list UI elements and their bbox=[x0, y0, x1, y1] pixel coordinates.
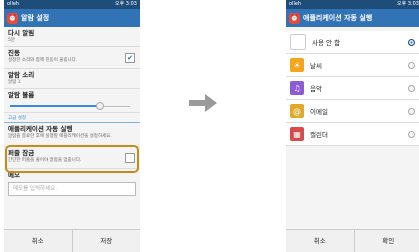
email-icon: @ bbox=[290, 104, 304, 118]
vibration-checkbox[interactable]: ✔ bbox=[125, 52, 135, 63]
app-option-label: 음악 bbox=[310, 85, 322, 93]
alarm-settings-screen: olleh 오후 3:03 ⏰ 알람 설정 다시 알림 5분 진동 설정한 소리… bbox=[4, 0, 140, 252]
volume-slider[interactable] bbox=[10, 102, 130, 110]
clock-label: 오후 3:03 bbox=[114, 1, 137, 7]
alarm-volume-setting: 알람 볼륨 bbox=[4, 89, 140, 113]
app-option-email[interactable]: @ 이메일 bbox=[286, 100, 419, 123]
carrier-label: olleh bbox=[7, 1, 20, 7]
right-arrow-icon bbox=[189, 94, 217, 112]
weather-icon: ☀ bbox=[290, 58, 304, 72]
section-header-advanced: 고급 설정 bbox=[4, 113, 140, 123]
blank-icon bbox=[290, 34, 306, 50]
calendar-icon: ▦ bbox=[290, 127, 304, 141]
status-bar: olleh 오후 3:03 bbox=[4, 0, 140, 9]
slider-thumb[interactable] bbox=[96, 102, 104, 110]
auto-app-setting[interactable]: 애플리케이션 자동 실행 알람을 종료한 후에 실행할 애플리케이션을 설정하세… bbox=[4, 123, 140, 147]
vibration-label: 진동 bbox=[8, 49, 20, 57]
app-option-label: 이메일 bbox=[310, 108, 328, 116]
radio-unselected[interactable] bbox=[408, 84, 415, 92]
alarm-clock-icon: ⏰ bbox=[7, 12, 18, 24]
alarm-sound-label: 알람 소리 bbox=[8, 71, 35, 79]
vibration-desc: 설정한 소리와 함께 진동이 울립니다. bbox=[8, 58, 78, 63]
confirm-button[interactable]: 확인 bbox=[353, 230, 419, 252]
snooze-value: 5분 bbox=[8, 38, 16, 43]
radio-selected[interactable] bbox=[408, 38, 415, 46]
memo-input[interactable]: 메모를 입력하세요. bbox=[8, 182, 136, 196]
auto-app-label: 애플리케이션 자동 실행 bbox=[8, 125, 73, 133]
slider-fill bbox=[10, 105, 100, 107]
title-bar: ⏰ 알람 설정 bbox=[4, 9, 140, 27]
alarm-volume-label: 알람 볼륨 bbox=[8, 91, 35, 99]
cancel-button[interactable]: 취소 bbox=[286, 230, 354, 252]
cancel-button[interactable]: 취소 bbox=[4, 230, 72, 252]
auto-app-screen: olleh 오후 3:03 ⏰ 애플리케이션 자동 실행 사용 안 함 ☀ 날씨… bbox=[286, 0, 419, 252]
app-option-music[interactable]: ♫ 음악 bbox=[286, 77, 419, 100]
status-bar: olleh 오후 3:03 bbox=[286, 0, 419, 9]
app-option-calendar[interactable]: ▦ 캘린더 bbox=[286, 123, 419, 146]
carrier-label: olleh bbox=[289, 1, 302, 7]
page-title: 알람 설정 bbox=[21, 14, 50, 22]
auto-app-desc: 알람을 종료한 후에 실행할 애플리케이션을 설정하세요. bbox=[8, 134, 112, 139]
app-option-none[interactable]: 사용 안 함 bbox=[286, 31, 419, 54]
save-button[interactable]: 저장 bbox=[71, 230, 141, 252]
app-option-label: 사용 안 함 bbox=[312, 39, 341, 47]
page-title: 애플리케이션 자동 실행 bbox=[303, 14, 373, 22]
vibration-setting[interactable]: 진동 설정한 소리와 함께 진동이 울립니다. ✔ bbox=[4, 47, 140, 69]
app-option-label: 날씨 bbox=[310, 62, 322, 70]
app-option-label: 캘린더 bbox=[310, 131, 328, 139]
alarm-sound-value: 알람 1 bbox=[8, 80, 21, 85]
music-icon: ♫ bbox=[290, 81, 304, 95]
highlight-frame bbox=[5, 145, 139, 173]
radio-unselected[interactable] bbox=[408, 107, 415, 115]
radio-unselected[interactable] bbox=[408, 61, 415, 69]
clock-label: 오후 3:03 bbox=[396, 1, 419, 7]
snooze-label: 다시 알림 bbox=[8, 29, 35, 37]
alarm-clock-icon: ⏰ bbox=[289, 12, 300, 24]
radio-unselected[interactable] bbox=[408, 130, 415, 138]
snooze-setting[interactable]: 다시 알림 5분 bbox=[4, 27, 140, 47]
alarm-sound-setting[interactable]: 알람 소리 알람 1 bbox=[4, 69, 140, 89]
title-bar: ⏰ 애플리케이션 자동 실행 bbox=[286, 9, 419, 27]
bottom-button-bar: 취소 저장 bbox=[4, 229, 140, 252]
app-option-weather[interactable]: ☀ 날씨 bbox=[286, 54, 419, 77]
bottom-button-bar: 취소 확인 bbox=[286, 229, 419, 252]
